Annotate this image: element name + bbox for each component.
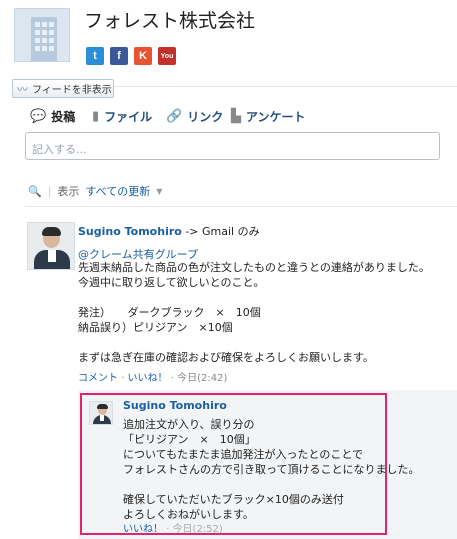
feed-divider [25,206,457,207]
tab-file-label: ファイル [104,110,153,124]
comment-link[interactable]: コメント [78,373,118,384]
company-name: フォレスト株式会社 [84,10,256,32]
pulse-icon: 〰 [17,82,28,96]
klout-icon[interactable]: K [134,47,152,65]
avatar[interactable] [27,222,75,270]
header-divider [114,86,457,87]
post-body: 先週末納品した商品の色が注文したものと違うとの連絡がありました。 今週中に取り返… [78,261,430,364]
hide-feed-label: フィードを非表示 [32,85,112,96]
tab-post-label: 投稿 [51,110,76,124]
chevron-down-icon[interactable]: ▼ [156,187,162,196]
twitter-icon[interactable]: t [86,47,104,65]
tab-link-label: リンク [187,110,224,124]
hide-feed-button[interactable]: 〰 フィードを非表示 [12,79,114,98]
like-link[interactable]: いいね！ [128,373,168,384]
tab-file[interactable]: ▮ ファイル [92,108,152,125]
post-author-line: Sugino Tomohiro -> Gmail のみ [78,223,260,239]
post-recipient: -> Gmail のみ [185,225,260,238]
comment-like-link[interactable]: いいね！ [123,524,163,535]
comment-body: 追加注文が入り、誤り分の 「ピリジアン × 10個」 についてもたまたま追加発注… [123,418,420,521]
filter-label: 表示 [57,185,80,198]
feed-filter: 🔍 | 表示 すべての更新 ▼ [28,183,163,199]
post-composer-input[interactable]: 記入する... [25,132,440,160]
post-timestamp[interactable]: 今日(2:42) [177,373,227,384]
poll-icon: ▙ [231,109,241,124]
post-author[interactable]: Sugino Tomohiro [78,225,182,238]
file-icon: ▮ [92,109,100,124]
facebook-icon[interactable]: f [110,47,128,65]
tab-poll-label: アンケート [246,110,306,124]
company-logo [14,8,70,62]
comment-author[interactable]: Sugino Tomohiro [123,399,227,412]
search-icon[interactable]: 🔍 [28,185,42,198]
tab-poll[interactable]: ▙ アンケート [231,108,306,125]
filter-dropdown[interactable]: すべての更新 [85,183,150,199]
tab-link[interactable]: 🔗 リンク [166,108,223,125]
comment-avatar[interactable] [89,401,113,425]
youtube-icon[interactable]: You [158,47,176,65]
comment-actions: いいね！ · 今日(2:52) [123,524,223,535]
tab-post[interactable]: 💬 投稿 [30,108,75,125]
post-actions: コメント · いいね！ · 今日(2:42) [78,373,228,384]
comment-timestamp[interactable]: 今日(2:52) [173,524,223,535]
speech-bubble-icon: 💬 [30,109,47,124]
link-icon: 🔗 [166,109,183,124]
